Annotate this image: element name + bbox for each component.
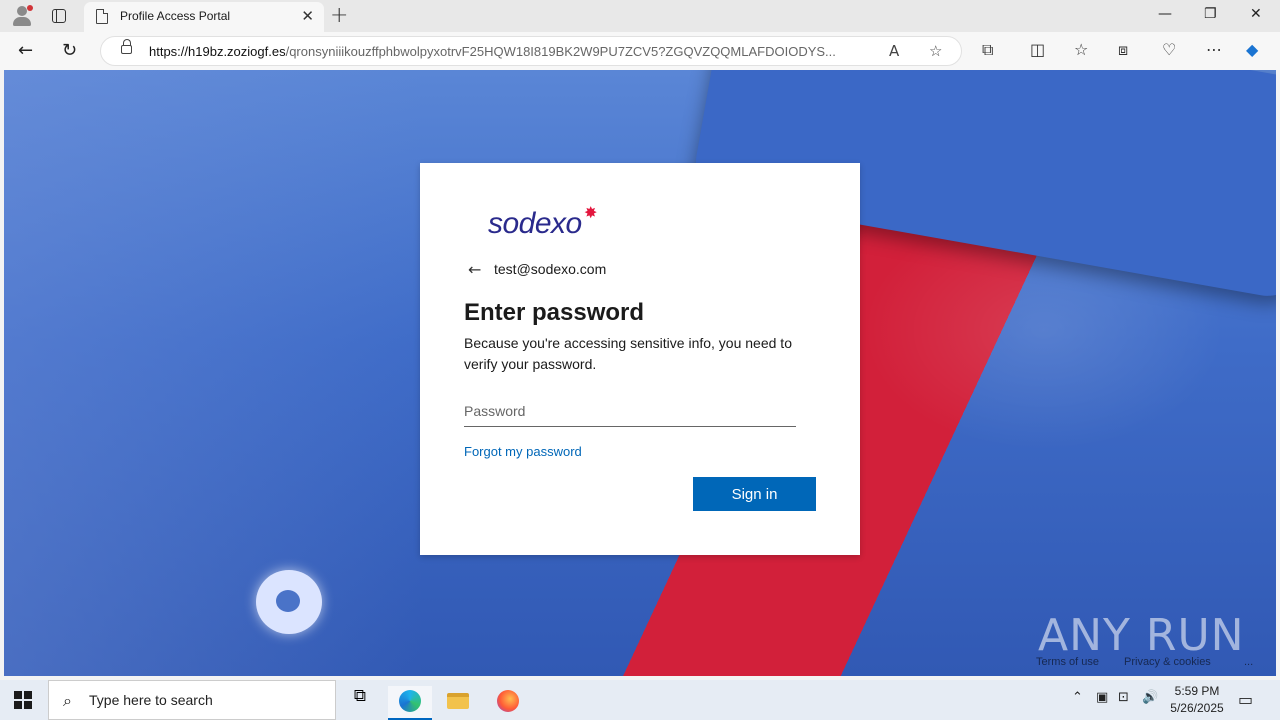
close-icon[interactable]: ✕ [1250, 6, 1262, 22]
file-explorer-icon[interactable] [436, 686, 480, 720]
sign-in-button[interactable]: Sign in [693, 477, 816, 511]
back-arrow-icon[interactable]: ← [468, 260, 481, 279]
windows-start-icon[interactable] [14, 691, 32, 709]
browser-tab-strip: Profile Access Portal ✕ + — ❐ ✕ [0, 0, 1280, 32]
terms-link[interactable]: Terms of use [1036, 656, 1099, 668]
search-placeholder: Type here to search [89, 692, 213, 708]
close-tab-icon[interactable]: ✕ [301, 7, 314, 25]
search-icon: ⌕ [63, 691, 72, 710]
edge-taskbar-icon[interactable] [388, 686, 432, 720]
page-title: Enter password [464, 299, 645, 326]
back-icon[interactable]: ← [18, 40, 33, 61]
more-footer-link[interactable]: ... [1244, 656, 1253, 668]
split-screen-icon[interactable]: ◫ [1030, 40, 1045, 59]
url-text: https://h19bz.zoziogf.es/qronsyniiikouzf… [149, 44, 836, 59]
password-input[interactable] [464, 395, 796, 427]
tab-title: Profile Access Portal [120, 9, 231, 23]
forgot-password-link[interactable]: Forgot my password [464, 444, 582, 459]
shirt-button-image [256, 570, 322, 634]
anyrun-watermark: ANY RUN [1038, 610, 1245, 661]
more-menu-icon[interactable]: ⋯ [1206, 40, 1222, 59]
taskbar-search[interactable]: ⌕ Type here to search [48, 680, 336, 720]
volume-icon[interactable]: 🔊 [1142, 690, 1158, 705]
description-text: Because you're accessing sensitive info,… [464, 335, 792, 372]
refresh-icon[interactable]: ↻ [62, 40, 77, 61]
profile-icon[interactable] [10, 5, 34, 27]
background-shade [4, 70, 424, 676]
page-icon [96, 9, 108, 24]
firefox-icon[interactable] [486, 686, 530, 720]
notifications-icon[interactable]: ▭ [1238, 690, 1253, 709]
read-aloud-icon[interactable]: A [889, 42, 899, 60]
collections-icon[interactable]: ⧈ [1118, 40, 1128, 60]
sodexo-logo: sodexo [488, 207, 582, 240]
lock-icon[interactable] [121, 39, 132, 54]
restore-icon[interactable]: ❐ [1204, 6, 1217, 22]
login-card: sodexo ✸ ← test@sodexo.com Enter passwor… [420, 163, 860, 555]
copilot-icon[interactable]: ◆ [1246, 40, 1258, 59]
tray-device-icon[interactable]: ▣ [1096, 690, 1108, 705]
favorite-star-icon[interactable]: ☆ [929, 42, 942, 60]
logo-star-icon: ✸ [584, 203, 598, 222]
taskbar: ⌕ Type here to search ⧉ ⌃ ▣ ⊡ 🔊 5:59 PM … [0, 680, 1280, 720]
url-field[interactable]: https://h19bz.zoziogf.es/qronsyniiikouzf… [100, 36, 962, 66]
tray-chevron-icon[interactable]: ⌃ [1072, 690, 1083, 705]
identity-email: test@sodexo.com [494, 261, 607, 277]
clock-time: 5:59 PM [1174, 684, 1220, 698]
privacy-link[interactable]: Privacy & cookies [1124, 656, 1211, 668]
minimize-icon[interactable]: — [1158, 6, 1172, 22]
clock[interactable]: 5:59 PM 5/26/2025 [1168, 683, 1226, 717]
browser-tab[interactable]: Profile Access Portal ✕ [84, 2, 324, 32]
clock-date: 5/26/2025 [1170, 701, 1224, 715]
tab-actions-icon[interactable] [50, 7, 68, 25]
address-bar-row: ← ↻ https://h19bz.zoziogf.es/qronsyniiik… [0, 32, 1280, 70]
network-icon[interactable]: ⊡ [1118, 690, 1129, 705]
task-view-icon[interactable]: ⧉ [338, 686, 382, 720]
new-tab-icon[interactable]: + [330, 3, 348, 28]
browser-essentials-icon[interactable]: ♡ [1162, 40, 1176, 59]
favorites-icon[interactable]: ☆ [1074, 40, 1088, 59]
extensions-icon[interactable]: ⧉ [982, 40, 993, 60]
page-background: ANY RUN Terms of use Privacy & cookies .… [4, 70, 1276, 676]
